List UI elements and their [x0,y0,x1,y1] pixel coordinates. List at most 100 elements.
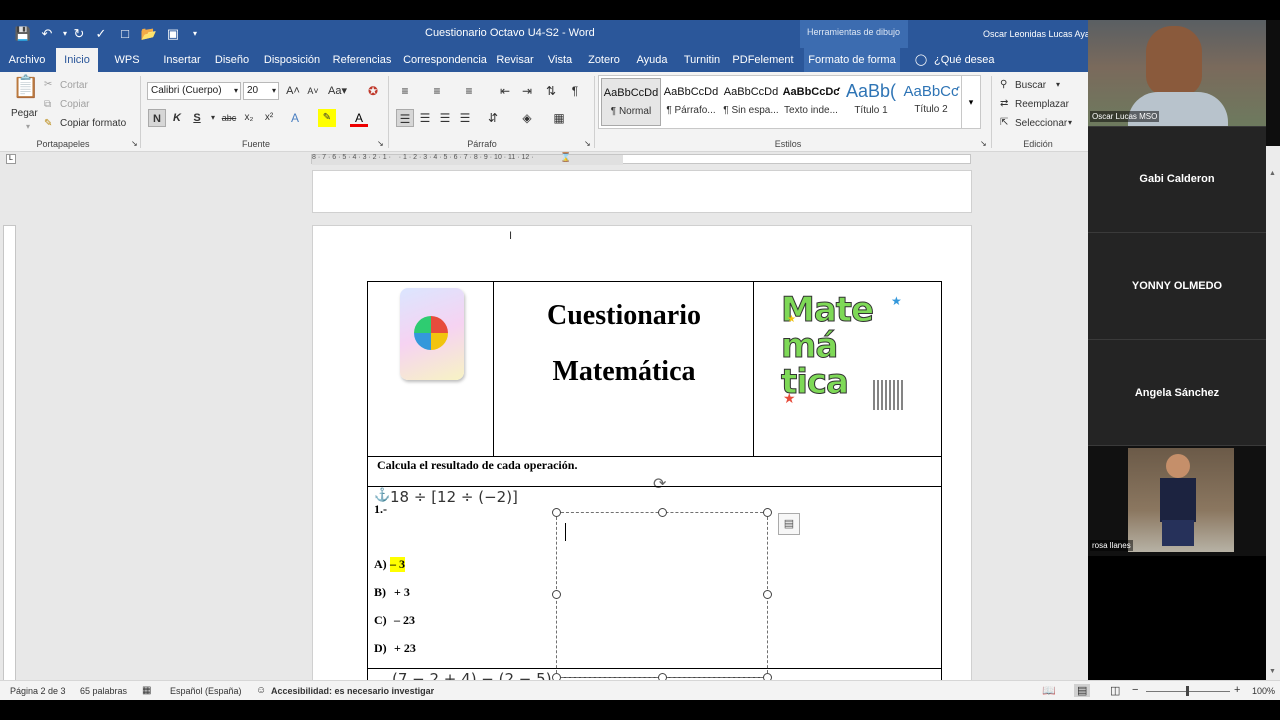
increase-indent-icon[interactable]: ⇥ [518,82,536,100]
tab-zotero[interactable]: Zotero [584,48,624,72]
style-normal[interactable]: AaBbCcDd ¶ Normal [601,78,661,126]
horizontal-ruler[interactable]: L 8 · 7 · 6 · 5 · 4 · 3 · 2 · 1 · · 1 · … [0,152,1088,166]
style-titulo-2[interactable]: AaBbCƈ Título 2 [901,78,961,126]
shrink-font-icon[interactable]: A˅ [304,82,322,100]
resize-handle-right[interactable] [763,590,772,599]
italic-button[interactable]: K [168,109,186,127]
user-name[interactable]: Oscar Leonidas Lucas Ayala [983,29,1097,39]
numbering-icon[interactable]: ≡ [428,82,446,100]
highlight-icon[interactable]: ✎ [318,109,336,127]
tab-selector-icon[interactable]: L [6,154,16,164]
page-count[interactable]: Página 2 de 3 [10,686,66,696]
customize-toolbar-icon[interactable]: ▾ [186,25,204,43]
quick-tool-icon[interactable]: ▣ [164,25,182,43]
participant-video-tile[interactable]: rosa llanes [1088,445,1266,556]
text-effects-icon[interactable]: A [286,109,304,127]
justify-icon[interactable]: ☰ [456,109,474,127]
undo-icon[interactable]: ↶ [38,25,56,43]
font-color-icon[interactable]: A [350,109,368,127]
font-name-combo[interactable]: Calibri (Cuerpo) ▾ [147,82,241,100]
format-painter-button[interactable]: Copiar formato [60,118,126,129]
tab-wps-pdf[interactable]: WPS PDF [102,48,152,90]
tab-vista[interactable]: Vista [544,48,576,72]
borders-icon[interactable]: ▦ [550,109,568,127]
find-dropdown-icon[interactable]: ▾ [1056,80,1060,89]
bullets-icon[interactable]: ≡ [396,82,414,100]
tab-referencias[interactable]: Referencias [332,48,392,72]
answer-text-box[interactable] [556,512,768,678]
host-video-tile[interactable]: Oscar Lucas MSO [1088,20,1266,126]
tab-correspondencia[interactable]: Correspondencia [400,48,490,72]
vertical-scrollbar[interactable]: ▲ ▼ [1266,146,1280,680]
strikethrough-button[interactable]: abc [220,109,238,127]
tab-insertar[interactable]: Insertar [160,48,204,72]
style-parrafo[interactable]: AaBbCcDd ¶ Párrafo... [661,78,721,126]
line-spacing-icon[interactable]: ⇵ [484,109,502,127]
tab-revisar[interactable]: Revisar [494,48,536,72]
cut-button[interactable]: Cortar [60,80,88,91]
bold-button[interactable]: N [148,109,166,127]
style-sin-espaciado[interactable]: AaBbCcDd ¶ Sin espa... [721,78,781,126]
style-texto-independiente[interactable]: AaBbCcDƈ Texto inde... [781,78,841,126]
font-size-combo[interactable]: 20 ▾ [243,82,279,100]
find-button[interactable]: Buscar [1015,80,1046,91]
paste-icon[interactable]: 📋 [12,76,39,108]
paragraph-launcher-icon[interactable]: ↘ [584,139,591,148]
participant-tile[interactable]: Angela Sánchez [1088,339,1266,445]
multilevel-list-icon[interactable]: ≡ [460,82,478,100]
zoom-out-icon[interactable]: − [1132,684,1138,696]
tab-pdfelement[interactable]: PDFelement [732,48,794,72]
resize-handle-top-left[interactable] [552,508,561,517]
word-count[interactable]: 65 palabras [80,686,127,696]
tab-disposicion[interactable]: Disposición [260,48,324,72]
scroll-down-icon[interactable]: ▼ [1269,668,1276,675]
change-case-icon[interactable]: Aa▾ [328,82,347,100]
resize-handle-top-right[interactable] [763,508,772,517]
spelling-icon[interactable]: ✓ [92,25,110,43]
new-document-icon[interactable]: □ [116,25,134,43]
read-mode-icon[interactable]: 📖 [1042,684,1056,697]
font-launcher-icon[interactable]: ↘ [377,139,384,148]
redo-icon[interactable]: ↻ [70,25,88,43]
align-left-icon[interactable]: ☰ [396,109,414,127]
page-2[interactable]: I Cuestionario Matemática Mate má tica ★… [312,225,972,705]
participant-tile[interactable]: YONNY OLMEDO [1088,232,1266,339]
subscript-button[interactable]: x₂ [240,109,258,127]
superscript-button[interactable]: x² [260,109,278,127]
scroll-up-icon[interactable]: ▲ [1269,170,1276,177]
proofing-icon[interactable]: ▦ [142,685,151,696]
tab-inicio[interactable]: Inicio [56,48,98,72]
participant-tile[interactable]: Gabi Calderon [1088,126,1266,232]
save-icon[interactable]: 💾 [14,25,32,43]
resize-handle-left[interactable] [552,590,561,599]
zoom-slider-thumb[interactable] [1186,686,1189,696]
sort-icon[interactable]: ⇅ [542,82,560,100]
align-right-icon[interactable]: ☰ [436,109,454,127]
open-folder-icon[interactable]: 📂 [140,25,158,43]
styles-more-icon[interactable]: ▾ [961,76,980,128]
grow-font-icon[interactable]: A˄ [284,82,302,100]
style-titulo-1[interactable]: AaBb( Título 1 [841,78,901,126]
replace-button[interactable]: Reemplazar [1015,99,1069,110]
layout-options-icon[interactable]: ▤ [778,513,800,535]
print-layout-icon[interactable]: ▤ [1074,684,1091,697]
paste-dropdown-icon[interactable]: ▾ [26,122,30,131]
decrease-indent-icon[interactable]: ⇤ [496,82,514,100]
zoom-level[interactable]: 100% [1252,686,1275,696]
tab-turnitin[interactable]: Turnitin [680,48,724,72]
styles-launcher-icon[interactable]: ↘ [980,139,987,148]
tab-formato-de-forma[interactable]: Formato de forma [804,48,900,72]
copy-button[interactable]: Copiar [60,99,89,110]
indent-marker-icon[interactable]: ⌛ [560,152,571,163]
tell-me-search[interactable]: ¿Qué desea hacer? [934,48,1030,90]
tab-ayuda[interactable]: Ayuda [632,48,672,72]
shading-icon[interactable]: ◈ [518,109,536,127]
select-dropdown-icon[interactable]: ▾ [1068,118,1072,127]
tab-diseno[interactable]: Diseño [212,48,252,72]
language-status[interactable]: Español (España) [170,686,242,696]
zoom-in-icon[interactable]: + [1234,684,1240,696]
select-button[interactable]: Seleccionar [1015,118,1067,129]
show-marks-icon[interactable]: ¶ [566,82,584,100]
tab-archivo[interactable]: Archivo [4,48,50,72]
clear-format-icon[interactable]: ✪ [364,82,382,100]
